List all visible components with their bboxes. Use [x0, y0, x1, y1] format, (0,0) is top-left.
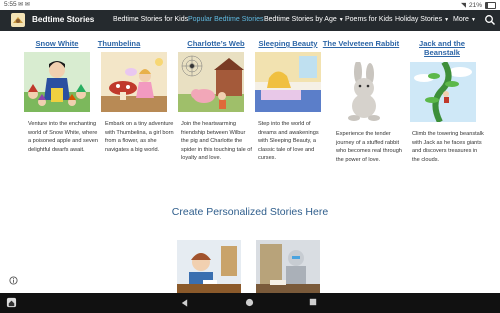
- battery-icon: [485, 1, 496, 9]
- recents-icon[interactable]: [309, 298, 317, 306]
- nav-bedtime-stories-by-age[interactable]: Bedtime Stories by Age ▼: [264, 16, 344, 23]
- personalized-story-image-1[interactable]: [177, 240, 241, 295]
- chevron-down-icon: ▼: [470, 17, 476, 23]
- back-icon[interactable]: [180, 298, 189, 308]
- top-navbar: Bedtime Stories Bedtime Stories for Kids…: [0, 10, 500, 31]
- chevron-down-icon: ▼: [444, 17, 450, 23]
- notification-icons: ✉ ✉: [18, 2, 30, 8]
- story-title-sleeping-beauty[interactable]: Sleeping Beauty: [248, 39, 328, 48]
- personalized-story-image-2[interactable]: [256, 240, 320, 295]
- nav-popular-bedtime-stories[interactable]: Popular Bedtime Stories: [188, 16, 263, 23]
- nav-label: Holiday Stories: [395, 16, 443, 23]
- nav-label: Bedtime Stories by Age: [264, 16, 337, 23]
- brand-title[interactable]: Bedtime Stories: [32, 15, 94, 24]
- nav-bedtime-stories-for-kids[interactable]: Bedtime Stories for Kids: [113, 16, 188, 23]
- logo-icon[interactable]: [10, 12, 26, 28]
- story-title-jack-and-the-beanstalk[interactable]: Jack and the Beanstalk: [402, 39, 482, 57]
- nav-label: Popular Bedtime Stories: [188, 16, 264, 23]
- story-image-charlottes-web[interactable]: [178, 52, 244, 112]
- info-icon[interactable]: [9, 276, 18, 285]
- battery-percent: 21%: [468, 1, 482, 9]
- home-icon[interactable]: [245, 298, 254, 307]
- section-heading: Create Personalized Stories Here: [171, 206, 329, 218]
- story-image-thumbelina[interactable]: [101, 52, 167, 112]
- search-icon[interactable]: [484, 14, 496, 26]
- story-title-thumbelina[interactable]: Thumbelina: [79, 39, 159, 48]
- nav-label: Poems for Kids: [345, 16, 393, 23]
- story-image-jack-and-the-beanstalk[interactable]: [410, 62, 476, 122]
- story-desc-jack-and-the-beanstalk: Climb the towering beanstalk with Jack a…: [412, 131, 484, 163]
- launcher-home-icon[interactable]: [6, 297, 17, 308]
- story-desc-charlottes-web: Join the heartwarming friendship between…: [181, 121, 252, 162]
- status-right: ◥ 21%: [461, 1, 496, 9]
- story-desc-velveteen-rabbit: Experience the tender journey of a stuff…: [336, 131, 402, 163]
- story-desc-sleeping-beauty: Step into the world of dreams and awaken…: [258, 121, 319, 162]
- story-image-velveteen-rabbit[interactable]: [332, 62, 398, 122]
- story-desc-snow-white: Venture into the enchanting world of Sno…: [28, 121, 98, 153]
- status-bar: 5:55 ✉ ✉ ◥ 21%: [0, 0, 500, 10]
- story-image-snow-white[interactable]: [24, 52, 90, 112]
- android-navigation-bar: [0, 293, 500, 313]
- story-image-sleeping-beauty[interactable]: [255, 52, 321, 112]
- nav-poems-for-kids[interactable]: Poems for Kids: [345, 16, 392, 23]
- wifi-icon: ◥: [460, 2, 466, 9]
- story-title-charlottes-web[interactable]: Charlotte’s Web: [176, 39, 256, 48]
- nav-more[interactable]: More ▼: [453, 16, 476, 23]
- nav-label: Bedtime Stories for Kids: [113, 16, 189, 23]
- status-time: 5:55: [4, 1, 17, 8]
- nav-holiday-stories[interactable]: Holiday Stories ▼: [395, 16, 449, 23]
- nav-label: More: [453, 16, 469, 23]
- story-title-velveteen-rabbit[interactable]: The Velveteen Rabbit: [321, 39, 401, 48]
- story-desc-thumbelina: Embark on a tiny adventure with Thumbeli…: [105, 121, 174, 153]
- chevron-down-icon: ▼: [338, 17, 344, 23]
